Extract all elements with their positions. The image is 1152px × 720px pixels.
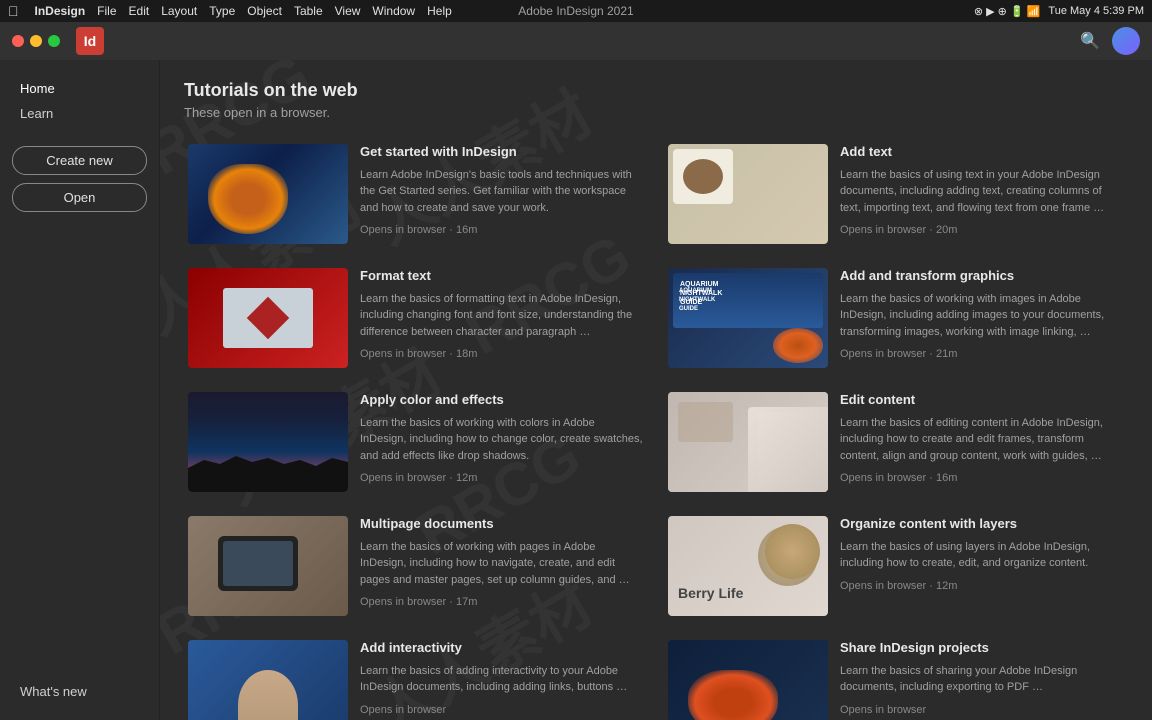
tutorial-meta-add-text: Opens in browser · 20m — [840, 224, 1124, 236]
tutorial-desc-multipage: Learn the basics of working with pages i… — [360, 539, 644, 589]
tutorial-meta-layers: Opens in browser · 12m — [840, 580, 1124, 592]
tutorial-title-color: Apply color and effects — [360, 392, 644, 409]
maximize-button[interactable] — [48, 35, 60, 47]
tutorial-meta-format-text: Opens in browser · 18m — [360, 348, 644, 360]
indesign-logo: Id — [76, 27, 104, 55]
thumbnail-interactivity — [188, 640, 348, 720]
sidebar-item-whats-new[interactable]: What's new — [12, 679, 147, 704]
header-right: 🔍 — [1080, 27, 1140, 55]
tutorial-card-edit[interactable]: Edit content Learn the basics of editing… — [664, 388, 1128, 496]
tutorial-grid: Get started with InDesign Learn Adobe In… — [184, 140, 1128, 720]
menu-type[interactable]: Type — [209, 4, 235, 18]
tutorial-info-multipage: Multipage documents Learn the basics of … — [360, 516, 644, 616]
thumbnail-add-text — [668, 144, 828, 244]
menu-layout[interactable]: Layout — [161, 4, 197, 18]
tutorial-desc-interactivity: Learn the basics of adding interactivity… — [360, 663, 644, 696]
tutorial-card-multipage[interactable]: Multipage documents Learn the basics of … — [184, 512, 648, 620]
menu-file[interactable]: File — [97, 4, 116, 18]
tutorial-card-layers[interactable]: Berry Life Organize content with layers … — [664, 512, 1128, 620]
tutorial-desc-edit: Learn the basics of editing content in A… — [840, 415, 1124, 465]
tutorial-card-get-started[interactable]: Get started with InDesign Learn Adobe In… — [184, 140, 648, 248]
menu-bar-left:  InDesign File Edit Layout Type Object … — [8, 3, 452, 19]
tutorial-meta-get-started: Opens in browser · 16m — [360, 224, 644, 236]
traffic-lights — [12, 35, 60, 47]
thumbnail-get-started — [188, 144, 348, 244]
tutorial-card-graphics[interactable]: AQUARIUMNIGHTWALKGUIDE Add and transform… — [664, 264, 1128, 372]
berry-life-text: Berry Life — [678, 585, 743, 601]
tutorial-info-interactivity: Add interactivity Learn the basics of ad… — [360, 640, 644, 720]
avatar[interactable] — [1112, 27, 1140, 55]
tutorial-meta-graphics: Opens in browser · 21m — [840, 348, 1124, 360]
tutorial-meta-multipage: Opens in browser · 17m — [360, 596, 644, 608]
title-bar: Id 🔍 — [0, 22, 1152, 60]
tutorial-desc-color: Learn the basics of working with colors … — [360, 415, 644, 465]
menu-edit[interactable]: Edit — [129, 4, 150, 18]
tutorial-title-graphics: Add and transform graphics — [840, 268, 1124, 285]
thumbnail-graphics: AQUARIUMNIGHTWALKGUIDE — [668, 268, 828, 368]
tutorial-title-interactivity: Add interactivity — [360, 640, 644, 657]
tutorial-desc-graphics: Learn the basics of working with images … — [840, 291, 1124, 341]
tutorial-info-color: Apply color and effects Learn the basics… — [360, 392, 644, 492]
tutorial-card-interactivity[interactable]: Add interactivity Learn the basics of ad… — [184, 636, 648, 720]
thumbnail-multipage — [188, 516, 348, 616]
tutorial-info-edit: Edit content Learn the basics of editing… — [840, 392, 1124, 492]
close-button[interactable] — [12, 35, 24, 47]
tutorial-desc-get-started: Learn Adobe InDesign's basic tools and t… — [360, 167, 644, 217]
thumbnail-color — [188, 392, 348, 492]
tutorial-info-share: Share InDesign projects Learn the basics… — [840, 640, 1124, 720]
tutorial-meta-interactivity: Opens in browser — [360, 704, 644, 716]
tutorial-info-layers: Organize content with layers Learn the b… — [840, 516, 1124, 616]
thumbnail-share — [668, 640, 828, 720]
search-icon[interactable]: 🔍 — [1080, 31, 1100, 51]
sidebar-item-home[interactable]: Home — [12, 76, 147, 101]
tutorial-info-add-text: Add text Learn the basics of using text … — [840, 144, 1124, 244]
tutorial-title-multipage: Multipage documents — [360, 516, 644, 533]
content-area[interactable]: RRCG 人人素材 人人素材 RRCG 人人素材 RRCG RRCG 人人素材 … — [160, 60, 1152, 720]
tutorial-info-format-text: Format text Learn the basics of formatti… — [360, 268, 644, 368]
tutorial-desc-add-text: Learn the basics of using text in your A… — [840, 167, 1124, 217]
tutorial-title-get-started: Get started with InDesign — [360, 144, 644, 161]
status-icons: ⊗ ▶ ⊕ 🔋 📶 — [974, 5, 1041, 18]
menu-bar:  InDesign File Edit Layout Type Object … — [0, 0, 1152, 22]
section-subtitle: These open in a browser. — [184, 105, 1128, 120]
menu-window[interactable]: Window — [372, 4, 415, 18]
tutorial-card-color[interactable]: Apply color and effects Learn the basics… — [184, 388, 648, 496]
apple-menu[interactable]:  — [8, 3, 19, 19]
app-menu-indesign[interactable]: InDesign — [35, 4, 86, 18]
tutorial-meta-share: Opens in browser — [840, 704, 1124, 716]
sidebar-item-learn[interactable]: Learn — [12, 101, 147, 126]
tutorial-card-add-text[interactable]: Add text Learn the basics of using text … — [664, 140, 1128, 248]
menu-object[interactable]: Object — [247, 4, 282, 18]
tutorial-info-get-started: Get started with InDesign Learn Adobe In… — [360, 144, 644, 244]
tutorial-info-graphics: Add and transform graphics Learn the bas… — [840, 268, 1124, 368]
clock: Tue May 4 5:39 PM — [1048, 5, 1144, 17]
tutorial-card-share[interactable]: Share InDesign projects Learn the basics… — [664, 636, 1128, 720]
tutorial-meta-color: Opens in browser · 12m — [360, 472, 644, 484]
tutorial-desc-share: Learn the basics of sharing your Adobe I… — [840, 663, 1124, 696]
tutorial-title-share: Share InDesign projects — [840, 640, 1124, 657]
tutorial-card-format-text[interactable]: Format text Learn the basics of formatti… — [184, 264, 648, 372]
menu-view[interactable]: View — [335, 4, 361, 18]
tutorial-title-format-text: Format text — [360, 268, 644, 285]
tutorial-desc-format-text: Learn the basics of formatting text in A… — [360, 291, 644, 341]
sidebar: HomeLearn Create new Open What's new — [0, 60, 160, 720]
create-new-button[interactable]: Create new — [12, 146, 147, 175]
thumbnail-layers: Berry Life — [668, 516, 828, 616]
menu-table[interactable]: Table — [294, 4, 323, 18]
menu-bar-right: ⊗ ▶ ⊕ 🔋 📶 Tue May 4 5:39 PM — [974, 5, 1144, 18]
minimize-button[interactable] — [30, 35, 42, 47]
section-title: Tutorials on the web — [184, 80, 1128, 101]
open-button[interactable]: Open — [12, 183, 147, 212]
tutorial-title-add-text: Add text — [840, 144, 1124, 161]
main-layout: HomeLearn Create new Open What's new RRCG 人… — [0, 60, 1152, 720]
tutorial-title-edit: Edit content — [840, 392, 1124, 409]
window-title: Adobe InDesign 2021 — [518, 4, 633, 18]
tutorial-meta-edit: Opens in browser · 16m — [840, 472, 1124, 484]
thumbnail-edit — [668, 392, 828, 492]
thumbnail-format-text — [188, 268, 348, 368]
tutorial-title-layers: Organize content with layers — [840, 516, 1124, 533]
menu-help[interactable]: Help — [427, 4, 452, 18]
tutorial-desc-layers: Learn the basics of using layers in Adob… — [840, 539, 1124, 572]
